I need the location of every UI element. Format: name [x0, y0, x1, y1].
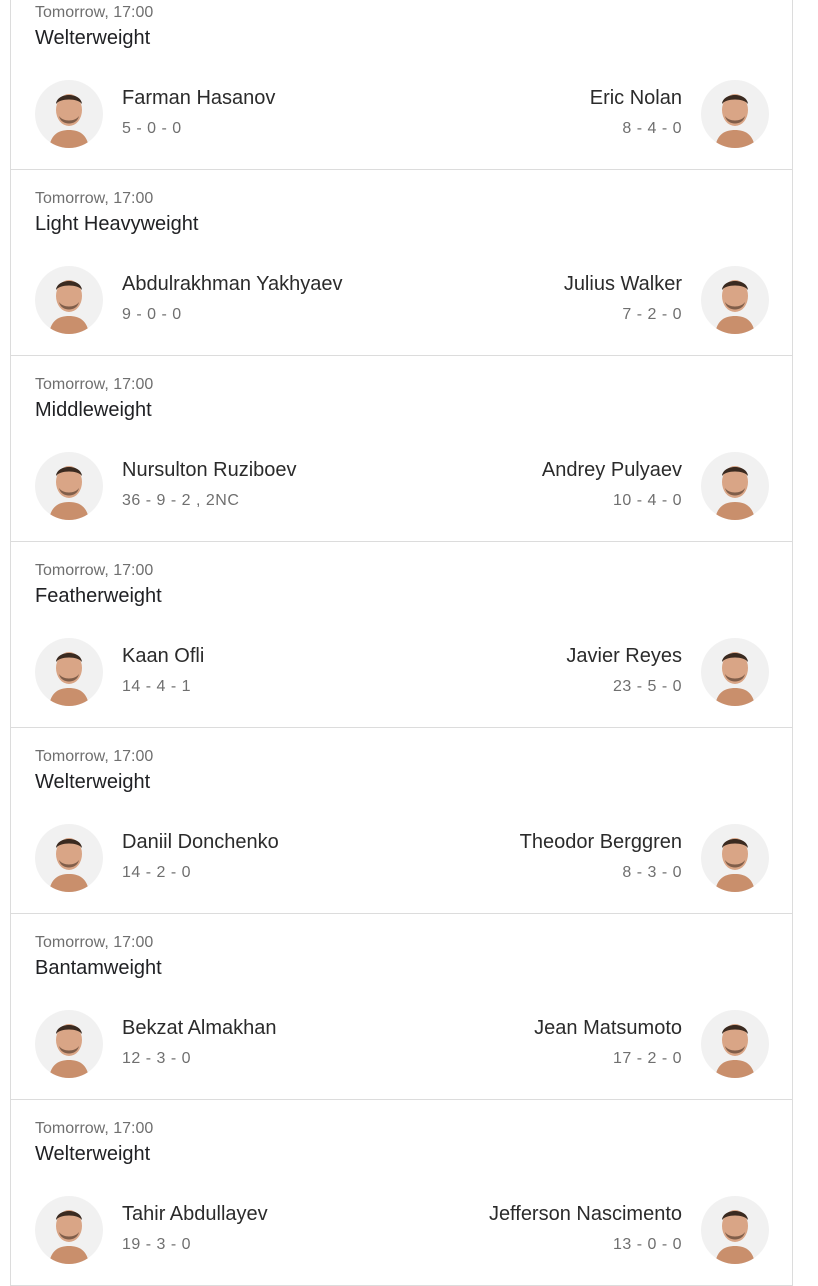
fighter1-record: 9 - 0 - 0	[122, 306, 182, 323]
weight-class: Bantamweight	[35, 957, 162, 979]
fighter1-name[interactable]: Farman Hasanov	[122, 87, 275, 110]
fighter2-record: 8 - 3 - 0	[622, 864, 682, 881]
fighter2-record: 23 - 5 - 0	[612, 678, 682, 695]
weight-class: Welterweight	[35, 27, 151, 49]
fight-card[interactable]: Tomorrow, 17:00 Light Heavyweight Abdulr…	[11, 170, 792, 356]
fighter1-avatar-icon[interactable]	[35, 80, 103, 148]
weight-class: Light Heavyweight	[35, 213, 199, 235]
fighter1-name[interactable]: Daniil Donchenko	[122, 831, 279, 854]
fight-time: Tomorrow, 17:00	[35, 562, 154, 579]
fighter2-record: 17 - 2 - 0	[612, 1050, 682, 1067]
fighter2-record: 7 - 2 - 0	[622, 306, 682, 323]
fight-card[interactable]: Tomorrow, 17:00 Welterweight Daniil Donc…	[11, 728, 792, 914]
fighter1-avatar-icon[interactable]	[35, 824, 103, 892]
fighter2-name[interactable]: Javier Reyes	[566, 645, 682, 668]
weight-class: Featherweight	[35, 585, 162, 607]
fighter1-record: 5 - 0 - 0	[122, 120, 182, 137]
fight-card[interactable]: Tomorrow, 17:00 Welterweight Farman Hasa…	[11, 0, 792, 170]
fighter2-avatar-icon[interactable]	[701, 1010, 769, 1078]
weight-class: Middleweight	[35, 399, 152, 421]
fight-time: Tomorrow, 17:00	[35, 4, 154, 21]
fighter2-record: 13 - 0 - 0	[612, 1236, 682, 1253]
fighter1-name[interactable]: Kaan Ofli	[122, 645, 204, 668]
fighter2-avatar-icon[interactable]	[701, 638, 769, 706]
fighter1-avatar-icon[interactable]	[35, 638, 103, 706]
fighter2-avatar-icon[interactable]	[701, 266, 769, 334]
fight-time: Tomorrow, 17:00	[35, 1120, 154, 1137]
fighter1-record: 19 - 3 - 0	[122, 1236, 192, 1253]
weight-class: Welterweight	[35, 1143, 151, 1165]
fighter1-avatar-icon[interactable]	[35, 1010, 103, 1078]
fighter2-name[interactable]: Jefferson Nascimento	[489, 1203, 682, 1226]
fighter1-name[interactable]: Nursulton Ruziboev	[122, 459, 297, 482]
fighter1-name[interactable]: Abdulrakhman Yakhyaev	[122, 273, 343, 296]
fighter2-name[interactable]: Eric Nolan	[590, 87, 682, 110]
fighter2-record: 8 - 4 - 0	[622, 120, 682, 137]
fighter1-record: 14 - 2 - 0	[122, 864, 192, 881]
fight-list: Tomorrow, 17:00 Welterweight Farman Hasa…	[10, 0, 793, 1286]
fight-time: Tomorrow, 17:00	[35, 376, 154, 393]
fighter1-name[interactable]: Tahir Abdullayev	[122, 1203, 268, 1226]
fight-time: Tomorrow, 17:00	[35, 190, 154, 207]
fighter1-record: 14 - 4 - 1	[122, 678, 192, 695]
fight-card[interactable]: Tomorrow, 17:00 Bantamweight Bekzat Alma…	[11, 914, 792, 1100]
fighter1-record: 36 - 9 - 2 , 2NC	[122, 492, 240, 509]
fighter2-name[interactable]: Theodor Berggren	[520, 831, 682, 854]
fighter2-name[interactable]: Andrey Pulyaev	[542, 459, 682, 482]
fight-card[interactable]: Tomorrow, 17:00 Welterweight Tahir Abdul…	[11, 1100, 792, 1286]
fighter2-record: 10 - 4 - 0	[612, 492, 682, 509]
fight-card[interactable]: Tomorrow, 17:00 Middleweight Nursulton R…	[11, 356, 792, 542]
fighter1-name[interactable]: Bekzat Almakhan	[122, 1017, 277, 1040]
fighter1-avatar-icon[interactable]	[35, 452, 103, 520]
fighter1-record: 12 - 3 - 0	[122, 1050, 192, 1067]
fighter2-avatar-icon[interactable]	[701, 824, 769, 892]
fight-time: Tomorrow, 17:00	[35, 934, 154, 951]
fight-card[interactable]: Tomorrow, 17:00 Featherweight Kaan Ofli …	[11, 542, 792, 728]
fighter2-avatar-icon[interactable]	[701, 80, 769, 148]
fighter2-avatar-icon[interactable]	[701, 452, 769, 520]
fight-time: Tomorrow, 17:00	[35, 748, 154, 765]
weight-class: Welterweight	[35, 771, 151, 793]
fighter2-avatar-icon[interactable]	[701, 1196, 769, 1264]
fighter2-name[interactable]: Julius Walker	[564, 273, 682, 296]
fighter1-avatar-icon[interactable]	[35, 1196, 103, 1264]
fighter2-name[interactable]: Jean Matsumoto	[534, 1017, 682, 1040]
fighter1-avatar-icon[interactable]	[35, 266, 103, 334]
